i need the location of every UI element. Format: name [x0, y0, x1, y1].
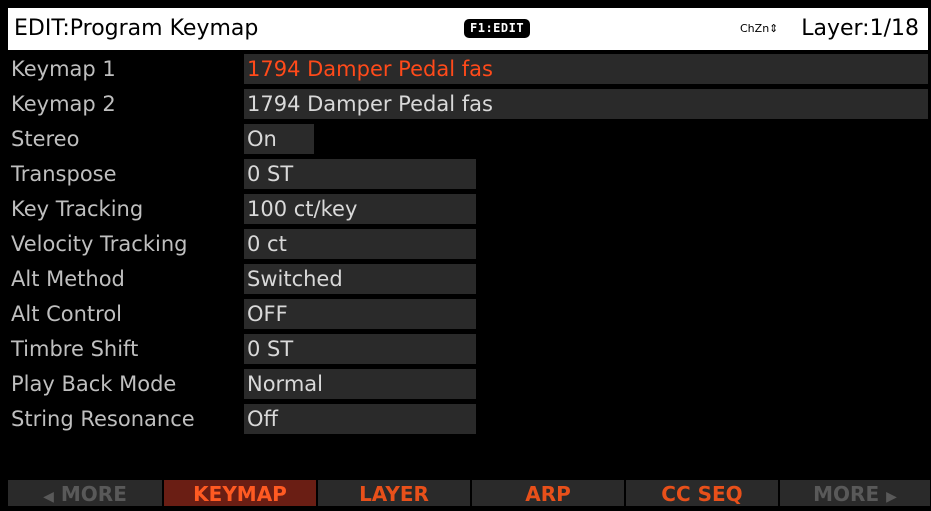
layer-indicator: Layer:1/18 [801, 16, 919, 41]
stereo-field[interactable]: On [244, 124, 314, 154]
string-resonance-field[interactable]: Off [244, 404, 476, 434]
chzn-label: ChZn [740, 22, 770, 35]
param-label: Play Back Mode [11, 372, 177, 396]
keymap-1-field[interactable]: 1794 Damper Pedal fas [244, 54, 928, 84]
up-down-arrow-icon: ⇕ [769, 22, 779, 35]
param-label: Stereo [11, 127, 80, 151]
param-label: Transpose [11, 162, 117, 186]
param-label: Key Tracking [11, 197, 144, 221]
alt-method-field[interactable]: Switched [244, 264, 476, 294]
play-back-mode-field[interactable]: Normal [244, 369, 476, 399]
soft-button-label: MORE [813, 482, 880, 506]
soft-button-keymap[interactable]: KEYMAP [164, 480, 316, 506]
soft-button-layer[interactable]: LAYER [318, 480, 470, 506]
soft-button-label: MORE [60, 482, 127, 506]
soft-button-cc-seq[interactable]: CC SEQ [626, 480, 778, 506]
title-bar: EDIT:Program Keymap F1:EDIT ChZn⇕ Layer:… [8, 8, 928, 50]
velocity-tracking-field[interactable]: 0 ct [244, 229, 476, 259]
soft-button-more-left[interactable]: ◀ MORE [8, 480, 162, 506]
param-label: Keymap 2 [11, 92, 116, 116]
soft-button-bar: ◀ MORE KEYMAP LAYER ARP CC SEQ MORE ▶ [8, 480, 930, 506]
soft-button-arp[interactable]: ARP [472, 480, 624, 506]
keymap-2-field[interactable]: 1794 Damper Pedal fas [244, 89, 928, 119]
param-label: String Resonance [11, 407, 195, 431]
timbre-shift-field[interactable]: 0 ST [244, 334, 476, 364]
param-label: Alt Method [11, 267, 125, 291]
param-label: Keymap 1 [11, 57, 116, 81]
f1-edit-badge: F1:EDIT [464, 19, 531, 38]
kurzweil-display: EDIT:Program Keymap F1:EDIT ChZn⇕ Layer:… [0, 0, 931, 506]
key-tracking-field[interactable]: 100 ct/key [244, 194, 476, 224]
page-title: EDIT:Program Keymap [14, 16, 259, 41]
soft-button-more-right[interactable]: MORE ▶ [780, 480, 930, 506]
right-arrow-icon: ▶ [886, 489, 897, 505]
param-label: Velocity Tracking [11, 232, 188, 256]
alt-control-field[interactable]: OFF [244, 299, 476, 329]
left-arrow-icon: ◀ [43, 489, 54, 505]
param-label: Timbre Shift [11, 337, 139, 361]
param-label: Alt Control [11, 302, 123, 326]
channel-zone-indicator: ChZn⇕ [740, 8, 778, 50]
transpose-field[interactable]: 0 ST [244, 159, 476, 189]
